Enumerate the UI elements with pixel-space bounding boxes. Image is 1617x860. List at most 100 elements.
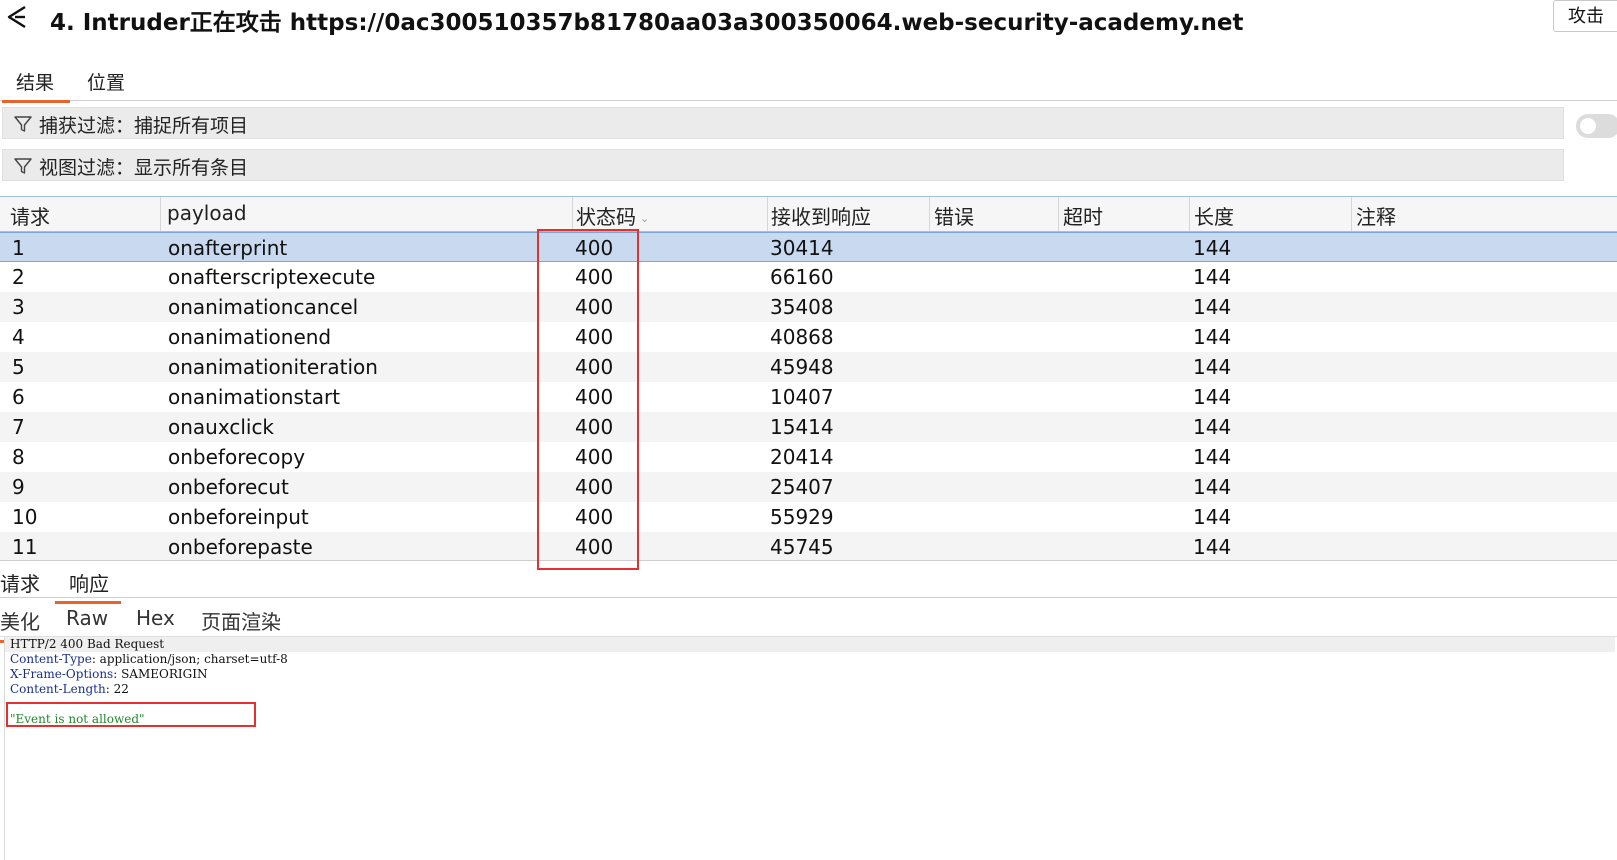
header-value: SAMEORIGIN xyxy=(121,667,208,681)
status-highlight-box xyxy=(537,229,639,570)
tab-pretty[interactable]: 美化 xyxy=(0,606,44,643)
title-bar: 4. Intruder正在攻击 https://0ac300510357b817… xyxy=(0,0,1617,40)
cell-payload: onbeforecopy xyxy=(168,445,306,469)
cell-received: 40868 xyxy=(770,325,834,349)
cell-received: 20414 xyxy=(770,445,834,469)
column-divider[interactable] xyxy=(572,197,573,231)
cell-payload: onbeforepaste xyxy=(168,535,313,559)
column-header-error[interactable]: 错误 xyxy=(934,201,974,230)
table-row[interactable]: 10 onbeforeinput 400 55929 144 xyxy=(0,502,1617,532)
window-title: 4. Intruder正在攻击 https://0ac300510357b817… xyxy=(50,10,1244,36)
cell-payload: onanimationstart xyxy=(168,385,341,409)
cell-length: 144 xyxy=(1193,475,1232,499)
table-row[interactable]: 1 onafterprint 400 30414 144 xyxy=(0,232,1617,262)
column-header-timeout[interactable]: 超时 xyxy=(1063,201,1103,230)
sort-desc-icon: ⌄ xyxy=(640,212,650,225)
detail-tabs: 请求 响应 xyxy=(0,563,1617,604)
cell-payload: onanimationcancel xyxy=(168,295,359,319)
cell-payload: onauxclick xyxy=(168,415,275,439)
cell-payload: onanimationend xyxy=(168,325,332,349)
capture-filter-text: 捕获过滤：捕捉所有项目 xyxy=(39,115,249,137)
table-row[interactable]: 9 onbeforecut 400 25407 144 xyxy=(0,472,1617,502)
cell-payload: onbeforeinput xyxy=(168,505,309,529)
cell-request: 9 xyxy=(12,475,25,499)
header-line: Content-Type: application/json; charset=… xyxy=(10,652,288,666)
column-header-payload[interactable]: payload xyxy=(167,201,247,225)
cell-received: 45948 xyxy=(770,355,834,379)
column-header-comment[interactable]: 注释 xyxy=(1356,201,1396,230)
tab-raw[interactable]: Raw xyxy=(66,606,108,630)
capture-filter-toggle[interactable] xyxy=(1576,114,1617,138)
cell-length: 144 xyxy=(1193,236,1232,260)
cell-length: 144 xyxy=(1193,385,1232,409)
table-row[interactable]: 6 onanimationstart 400 10407 144 xyxy=(0,382,1617,412)
column-divider[interactable] xyxy=(1058,197,1059,231)
header-name: X-Frame-Options xyxy=(10,667,114,681)
column-divider[interactable] xyxy=(1351,197,1352,231)
cell-request: 11 xyxy=(12,535,38,559)
table-row[interactable]: 4 onanimationend 400 40868 144 xyxy=(0,322,1617,352)
column-divider[interactable] xyxy=(160,197,161,231)
column-header-received[interactable]: 接收到响应 xyxy=(771,201,871,230)
column-header-length[interactable]: 长度 xyxy=(1194,201,1234,230)
cell-length: 144 xyxy=(1193,295,1232,319)
cell-length: 144 xyxy=(1193,445,1232,469)
cell-length: 144 xyxy=(1193,415,1232,439)
filter-icon xyxy=(14,116,32,132)
table-row[interactable]: 3 onanimationcancel 400 35408 144 xyxy=(0,292,1617,322)
main-tabs: 结果 位置 xyxy=(0,62,1617,103)
table-row[interactable]: 5 onanimationiteration 400 45948 144 xyxy=(0,352,1617,382)
cell-request: 4 xyxy=(12,325,25,349)
attack-button[interactable]: 攻击 xyxy=(1553,0,1617,32)
status-line: HTTP/2 400 Bad Request xyxy=(10,637,165,651)
intruder-icon xyxy=(7,5,26,29)
cell-received: 30414 xyxy=(770,236,834,260)
tab-response[interactable]: 响应 xyxy=(55,568,121,604)
view-filter-text: 视图过滤：显示所有条目 xyxy=(39,157,249,179)
cell-length: 144 xyxy=(1193,265,1232,289)
column-header-status[interactable]: 状态码 ⌄ xyxy=(576,201,649,230)
header-name: Content-Length xyxy=(10,682,106,696)
header-line: X-Frame-Options: SAMEORIGIN xyxy=(10,667,208,681)
table-row[interactable]: 7 onauxclick 400 15414 144 xyxy=(0,412,1617,442)
view-tabs: 美化 Raw Hex 页面渲染 xyxy=(0,602,1617,643)
header-line: Content-Length: 22 xyxy=(10,682,129,696)
header-value: application/json; charset=utf-8 xyxy=(99,652,288,666)
cell-received: 35408 xyxy=(770,295,834,319)
column-divider[interactable] xyxy=(767,197,768,231)
table-header: 请求 payload 状态码 ⌄ 接收到响应 错误 超时 长度 注释 xyxy=(0,197,1617,232)
current-line-highlight xyxy=(5,637,1615,652)
filter-icon xyxy=(14,158,32,174)
column-header-status-label: 状态码 xyxy=(576,205,636,229)
column-divider[interactable] xyxy=(929,197,930,231)
tab-results[interactable]: 结果 xyxy=(1,68,71,103)
column-header-request[interactable]: 请求 xyxy=(10,201,50,230)
tab-positions[interactable]: 位置 xyxy=(87,68,125,95)
cell-request: 2 xyxy=(12,265,25,289)
tab-render[interactable]: 页面渲染 xyxy=(201,606,281,635)
cell-received: 55929 xyxy=(770,505,834,529)
header-value: 22 xyxy=(113,682,129,696)
cell-length: 144 xyxy=(1193,355,1232,379)
column-divider[interactable] xyxy=(1189,197,1190,231)
tab-request[interactable]: 请求 xyxy=(0,568,40,597)
tab-hex[interactable]: Hex xyxy=(136,606,175,630)
cell-received: 45745 xyxy=(770,535,834,559)
capture-filter-bar[interactable]: 捕获过滤：捕捉所有项目 xyxy=(2,107,1564,139)
table-row[interactable]: 2 onafterscriptexecute 400 66160 144 xyxy=(0,262,1617,292)
cell-request: 7 xyxy=(12,415,25,439)
results-table: 请求 payload 状态码 ⌄ 接收到响应 错误 超时 长度 注释 1 onaf… xyxy=(0,196,1617,561)
body-highlight-box xyxy=(6,702,256,727)
cell-request: 1 xyxy=(12,236,25,260)
cell-received: 15414 xyxy=(770,415,834,439)
response-viewer[interactable]: HTTP/2 400 Bad Request Content-Type: app… xyxy=(4,637,1615,860)
cell-request: 3 xyxy=(12,295,25,319)
cell-payload: onanimationiteration xyxy=(168,355,378,379)
cell-length: 144 xyxy=(1193,325,1232,349)
cell-length: 144 xyxy=(1193,505,1232,529)
table-row[interactable]: 11 onbeforepaste 400 45745 144 xyxy=(0,532,1617,560)
view-filter-bar[interactable]: 视图过滤：显示所有条目 xyxy=(2,149,1564,181)
table-row[interactable]: 8 onbeforecopy 400 20414 144 xyxy=(0,442,1617,472)
cell-payload: onbeforecut xyxy=(168,475,289,499)
cell-length: 144 xyxy=(1193,535,1232,559)
